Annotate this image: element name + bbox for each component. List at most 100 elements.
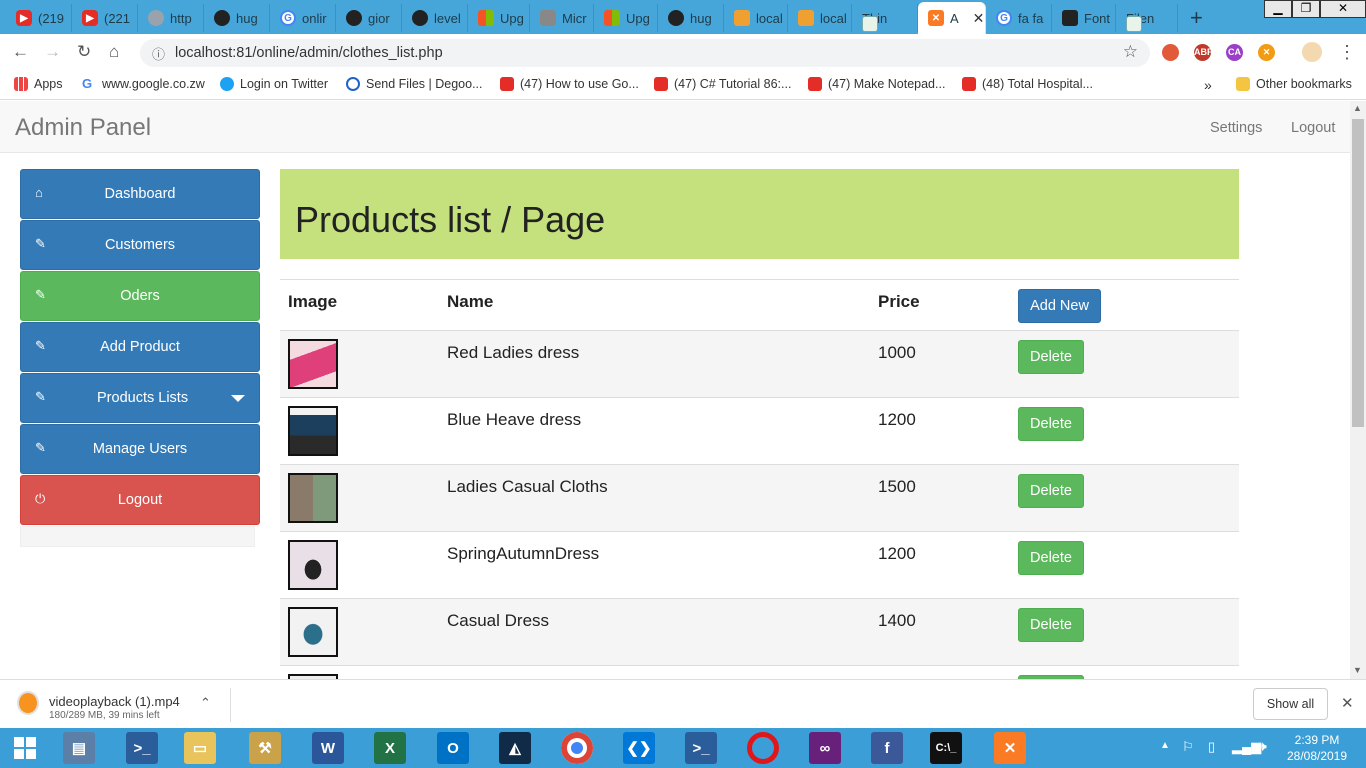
- file-explorer-icon[interactable]: ▭: [184, 732, 216, 764]
- delete-button[interactable]: Delete: [1018, 608, 1084, 642]
- info-icon[interactable]: ⓘ: [152, 44, 165, 63]
- bookmark-star-icon[interactable]: ☆: [1123, 42, 1138, 62]
- logout-link[interactable]: Logout: [1291, 120, 1335, 136]
- browser-tab[interactable]: Thin: [852, 4, 918, 32]
- forward-icon[interactable]: →: [44, 42, 61, 62]
- page-title: Products list / Page: [295, 199, 606, 240]
- profile-avatar[interactable]: [1302, 42, 1322, 62]
- browser-tab[interactable]: Gfa fa: [986, 4, 1052, 32]
- bookmark-item[interactable]: (47) Make Notepad...: [808, 77, 945, 91]
- volume-icon[interactable]: 🕪: [1258, 738, 1267, 755]
- flag-icon[interactable]: ⚐: [1182, 739, 1194, 755]
- product-image: [288, 339, 338, 389]
- vscode-icon[interactable]: ❮❯: [623, 732, 655, 764]
- bookmark-item[interactable]: (48) Total Hospital...: [962, 77, 1093, 91]
- device-icon[interactable]: ▯: [1208, 739, 1215, 755]
- network-icon[interactable]: ▂▄▆: [1232, 739, 1261, 755]
- bookmark-item[interactable]: Send Files | Degoo...: [346, 77, 483, 91]
- delete-button[interactable]: Delete: [1018, 407, 1084, 441]
- extension-icon[interactable]: [1162, 44, 1179, 61]
- sidebar-item-dashboard[interactable]: ⌂ Dashboard: [20, 169, 260, 219]
- browser-tab[interactable]: http: [138, 4, 204, 32]
- sidebar-item-customers[interactable]: ✎ Customers: [20, 220, 260, 270]
- close-icon[interactable]: ✕: [1341, 694, 1354, 712]
- browser-tab[interactable]: ▶ (219: [6, 4, 72, 32]
- close-tab-icon[interactable]: ✕: [973, 10, 985, 27]
- close-window-icon[interactable]: ✕: [1320, 0, 1366, 18]
- browser-tab[interactable]: Filen: [1116, 4, 1178, 32]
- extension-icon[interactable]: CA: [1226, 44, 1243, 61]
- command-prompt-icon[interactable]: C:\_: [930, 732, 962, 764]
- product-name: Blue Heave dress: [447, 410, 582, 429]
- bookmark-item[interactable]: (47) How to use Go...: [500, 77, 639, 91]
- download-filename[interactable]: videoplayback (1).mp4: [49, 694, 180, 709]
- browser-tab[interactable]: hug: [658, 4, 724, 32]
- sidebar-item-orders[interactable]: ✎ Oders: [20, 271, 260, 321]
- bookmark-item[interactable]: Gwww.google.co.zw: [82, 77, 205, 92]
- sql-server-icon[interactable]: ◭: [499, 732, 531, 764]
- powershell-icon[interactable]: >_: [685, 732, 717, 764]
- browser-tab[interactable]: Upg: [468, 4, 530, 32]
- new-tab-icon[interactable]: +: [1190, 5, 1203, 31]
- back-icon[interactable]: ←: [12, 42, 29, 62]
- sidebar-item-add-product[interactable]: ✎ Add Product: [20, 322, 260, 372]
- word-icon[interactable]: W: [312, 732, 344, 764]
- clock-time: 2:39 PM: [1294, 733, 1340, 747]
- windows-start-icon[interactable]: [8, 732, 42, 764]
- opera-icon[interactable]: [747, 732, 779, 764]
- show-all-button[interactable]: Show all: [1253, 688, 1328, 720]
- file-manager-icon[interactable]: ▤: [63, 732, 95, 764]
- browser-tab[interactable]: Upg: [594, 4, 658, 32]
- scroll-down-icon[interactable]: ▼: [1353, 665, 1362, 675]
- browser-tab[interactable]: gior: [336, 4, 402, 32]
- clock[interactable]: 2:39 PM 28/08/2019: [1282, 732, 1352, 764]
- browser-tab[interactable]: ▶ (221: [72, 4, 138, 32]
- brand-title[interactable]: Admin Panel: [15, 114, 151, 142]
- add-new-button[interactable]: Add New: [1018, 289, 1101, 323]
- other-bookmarks[interactable]: Other bookmarks: [1236, 77, 1352, 91]
- scrollbar-thumb[interactable]: [1352, 119, 1364, 427]
- bookmark-apps[interactable]: Apps: [14, 77, 63, 91]
- scroll-up-icon[interactable]: ▲: [1353, 103, 1362, 113]
- folder-icon: [1236, 77, 1250, 91]
- delete-button[interactable]: Delete: [1018, 474, 1084, 508]
- youtube-icon: [654, 77, 668, 91]
- sidebar-item-manage-users[interactable]: ✎ Manage Users: [20, 424, 260, 474]
- bookmarks-overflow-button[interactable]: »: [1204, 77, 1212, 93]
- chrome-icon[interactable]: [561, 732, 593, 764]
- extension-icon[interactable]: ✕: [1258, 44, 1275, 61]
- page-scrollbar[interactable]: ▲ ▼: [1350, 101, 1366, 679]
- facebook-icon[interactable]: f: [871, 732, 903, 764]
- xampp-icon[interactable]: ✕: [994, 732, 1026, 764]
- settings-link[interactable]: Settings: [1210, 120, 1262, 136]
- powershell-icon[interactable]: >_: [126, 732, 158, 764]
- adblock-icon[interactable]: ABP: [1194, 44, 1213, 61]
- browser-tab-active[interactable]: ✕ A ✕: [918, 2, 986, 34]
- browser-tab[interactable]: local: [724, 4, 788, 32]
- tray-chevron-icon[interactable]: ▲: [1160, 740, 1170, 751]
- bookmark-item[interactable]: (47) C# Tutorial 86:...: [654, 77, 791, 91]
- delete-button[interactable]: Delete: [1018, 541, 1084, 575]
- delete-button[interactable]: Delete: [1018, 340, 1084, 374]
- outlook-icon[interactable]: O: [437, 732, 469, 764]
- menu-icon[interactable]: ⋮: [1338, 42, 1356, 63]
- browser-tab[interactable]: local: [788, 4, 852, 32]
- browser-tab[interactable]: Micr: [530, 4, 594, 32]
- visual-studio-icon[interactable]: ∞: [809, 732, 841, 764]
- browser-tab[interactable]: hug: [204, 4, 270, 32]
- address-bar[interactable]: ⓘ localhost:81/online/admin/clothes_list…: [140, 39, 1150, 67]
- tools-icon[interactable]: ⚒: [249, 732, 281, 764]
- browser-tab[interactable]: Gonlir: [270, 4, 336, 32]
- chevron-up-icon[interactable]: ⌃: [200, 695, 211, 711]
- sidebar-item-logout[interactable]: ⏻ Logout: [20, 475, 260, 525]
- bookmarks-bar: Apps Gwww.google.co.zw Login on Twitter …: [0, 70, 1366, 100]
- bookmark-item[interactable]: Login on Twitter: [220, 77, 328, 91]
- restore-icon[interactable]: ❐: [1292, 0, 1320, 18]
- sidebar-item-products-lists[interactable]: ✎ Products Lists: [20, 373, 260, 423]
- browser-tab[interactable]: Font: [1052, 4, 1116, 32]
- excel-icon[interactable]: X: [374, 732, 406, 764]
- home-icon[interactable]: ⌂: [109, 42, 119, 62]
- reload-icon[interactable]: ↻: [77, 42, 91, 62]
- browser-tab[interactable]: level: [402, 4, 468, 32]
- minimize-icon[interactable]: ▁: [1264, 0, 1292, 18]
